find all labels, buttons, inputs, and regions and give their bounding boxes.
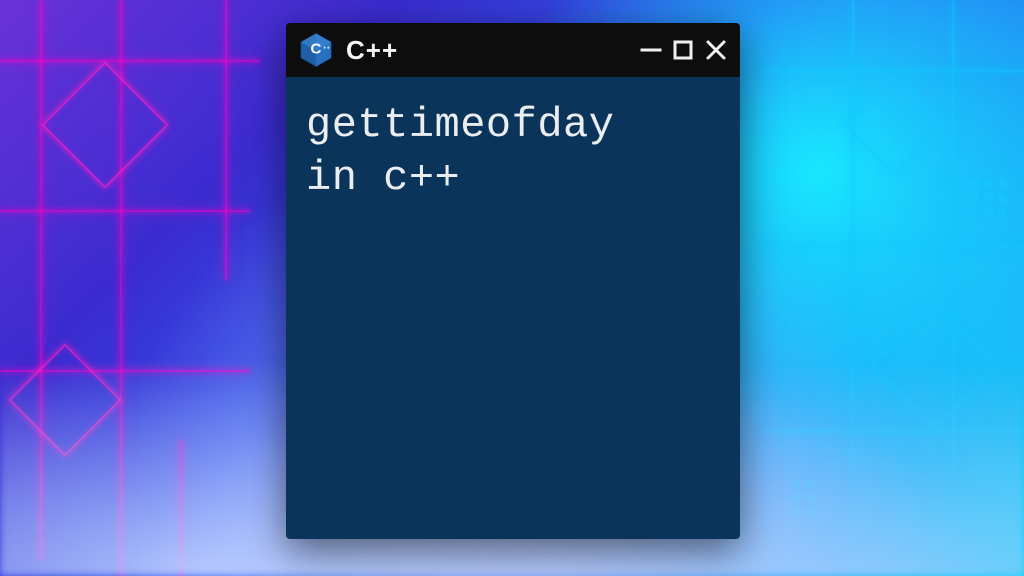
close-icon[interactable] — [704, 38, 728, 62]
window-controls — [640, 38, 728, 62]
svg-text:+: + — [323, 45, 326, 51]
window-body: gettimeofday in c++ — [286, 77, 740, 539]
window-title: C++ — [346, 35, 628, 66]
window-titlebar[interactable]: C + + C++ — [286, 23, 740, 77]
svg-text:+: + — [327, 45, 330, 51]
terminal-content-text: gettimeofday in c++ — [306, 99, 720, 204]
svg-text:C: C — [311, 41, 322, 58]
maximize-icon[interactable] — [672, 39, 694, 61]
minimize-icon[interactable] — [640, 39, 662, 61]
cpp-icon: C + + — [298, 32, 334, 68]
terminal-window: C + + C++ — [286, 23, 740, 539]
